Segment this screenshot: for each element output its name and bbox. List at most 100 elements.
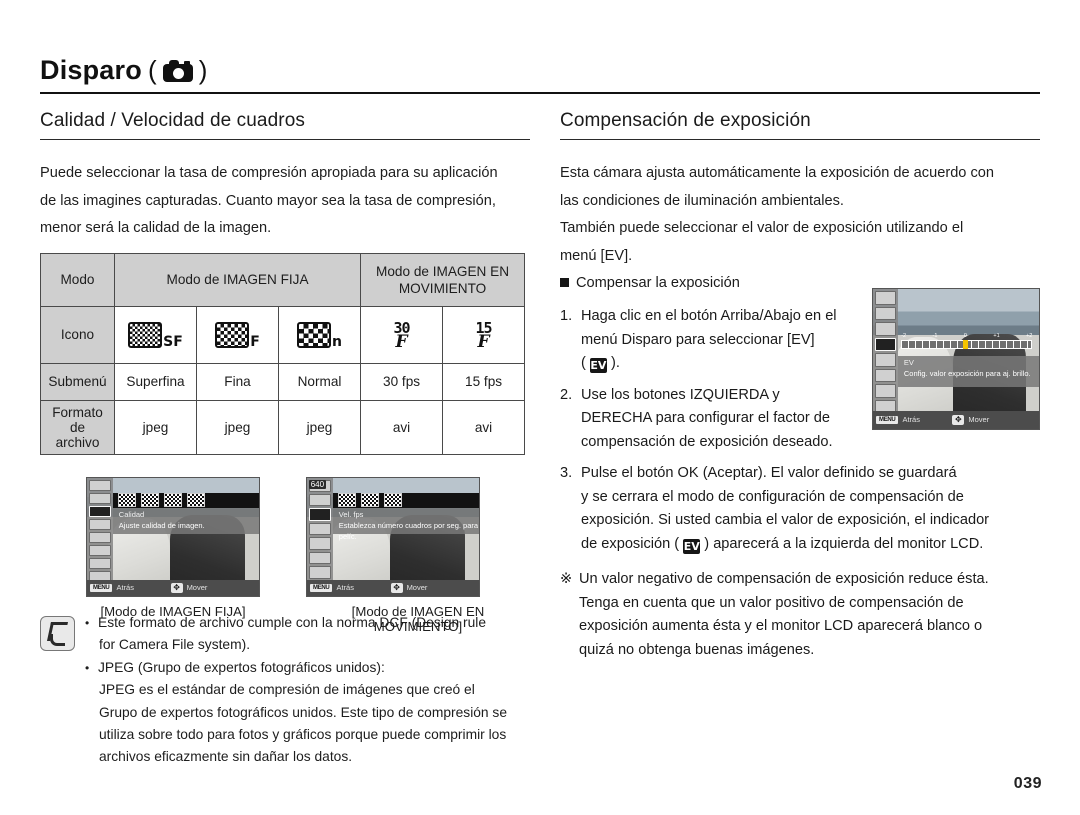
manual-page: Disparo ( ) Calidad / Velocidad de cuadr… (0, 0, 1080, 815)
icon-normal: n (277, 305, 362, 364)
ev-scale[interactable]: -2 -1 0 +1 +2 (901, 328, 1033, 353)
sidebar-icon-1 (89, 479, 111, 491)
lcd-bottombar-still: MENU Atrás ✥ Mover (87, 580, 259, 596)
sidebar-icon-e5 (874, 353, 896, 367)
ev-tick-plus1: +1 (993, 332, 1000, 339)
step-2-line-1: Use los botones IZQUIERDA y (581, 386, 780, 403)
exposure-intro-1: Esta cámara ajusta automáticamente la ex… (560, 165, 995, 181)
note-jpeg-cont-4: archivos eficazmente sin dañar los datos… (99, 749, 353, 765)
chapter-header: Disparo ( ) (40, 55, 1040, 94)
sidebar-icon-m5 (309, 537, 331, 550)
format-fina: jpeg (196, 399, 279, 455)
submenu-15fps: 15 fps (442, 362, 526, 401)
section-title-quality: Calidad / Velocidad de cuadros (40, 110, 305, 131)
table-row-submenu: Submenú Superfina Fina Normal 30 fps 15 … (40, 362, 526, 401)
th-moving-line2: MOVIMIENTO (398, 280, 487, 296)
ev-tick-minus2: -2 (901, 332, 907, 339)
lcd-msg-desc-still: Ajuste calidad de imagen. (118, 521, 205, 531)
sidebar-icon-m7 (309, 566, 331, 579)
submenu-normal: Normal (277, 362, 362, 401)
sidebar-icon-e3 (874, 322, 896, 336)
nav-key-still[interactable]: ✥ (170, 582, 183, 593)
submenu-fina: Fina (196, 362, 279, 401)
back-label-ev: Atrás (902, 415, 920, 425)
exposure-intro-3: También puede seleccionar el valor de ex… (560, 220, 964, 236)
lcd-screenshot-movie: 640 Vel. fps Establezca número cuadros p… (306, 476, 480, 597)
back-label-still: Atrás (116, 583, 134, 593)
nav-key-ev[interactable]: ✥ (952, 414, 965, 425)
sidebar-icon-m6 (309, 551, 331, 565)
sidebar-icon-ev (89, 518, 111, 530)
section-divider-left (40, 139, 530, 140)
sidebar-icon-2 (89, 492, 111, 504)
lcd-msg-desc-movie: Establezca número cuadros por seg. para … (338, 521, 479, 542)
lcd-bottombar-movie: MENU Atrás ✥ Mover (307, 580, 479, 596)
menu-key-movie[interactable]: MENU (310, 583, 333, 592)
ev-scale-bar[interactable] (901, 339, 1033, 349)
option-60fps-icon[interactable] (337, 493, 356, 508)
note-dcf-line2: for Camera File system). (99, 637, 251, 653)
format-15fps: avi (442, 399, 526, 455)
rowhead-submenu: Submenú (40, 362, 115, 401)
lcd-msg-desc-ev: Config. valor exposición para aj. brillo… (903, 369, 1031, 379)
star-note-line-2: Tenga en cuenta que un valor positivo de… (579, 594, 964, 611)
sidebar-icon-face (89, 558, 111, 570)
sidebar-icon-quality (89, 505, 111, 517)
th-mode: Modo (40, 252, 115, 307)
lcd-msg-title-ev: EV (903, 358, 914, 368)
rowhead-icon: Icono (40, 305, 115, 364)
lcd-message-ev: EV Config. valor exposición para aj. bri… (897, 356, 1039, 387)
step-3-last-suffix: ) aparecerá a la izquierda del monitor L… (700, 535, 984, 552)
note-pen-icon (40, 616, 75, 651)
option-15fps-icon[interactable] (383, 493, 402, 508)
th-moving-image: Modo de IMAGEN EN MOVIMIENTO (360, 252, 526, 307)
step-3-number: 3. (560, 465, 573, 481)
lcd-resolution-badge: 640 (308, 479, 327, 489)
step-3-line-2: y se cerrara el modo de configuración de… (581, 488, 964, 505)
option-sf-icon[interactable] (117, 493, 136, 508)
option-extra-icon[interactable] (186, 493, 205, 508)
sidebar-icon-m4 (309, 522, 331, 536)
step-3-line-3: exposición. Si usted cambia el valor de … (581, 512, 990, 528)
ev-scale-ticks: -2 -1 0 +1 +2 (901, 333, 1032, 339)
option-f-icon[interactable] (140, 493, 159, 508)
icon-15fps: 15 F (442, 305, 526, 364)
step-2-line-2: DERECHA para configurar el factor de (581, 410, 831, 426)
option-n-icon[interactable] (163, 493, 182, 508)
star-note: ※ Un valor negativo de compensación de e… (560, 568, 1040, 662)
star-note-line-4: quizá no obtenga buenas imágenes. (579, 641, 815, 658)
ev-tick-zero: 0 (963, 332, 967, 339)
ev-compensation-icon-1: EV (589, 358, 607, 373)
sidebar-icon-fps (309, 508, 331, 521)
star-note-line-3: exposición aumenta ésta y el monitor LCD… (579, 618, 983, 634)
lcd-sidebar-movie (307, 477, 333, 596)
th-still-image: Modo de IMAGEN FIJA (113, 252, 362, 307)
step-2-number: 2. (560, 386, 573, 403)
page-title: Disparo ( ) (40, 55, 1040, 92)
submenu-superfina: Superfina (114, 362, 197, 401)
step-2: 2. Use los botones IZQUIERDA y DERECHA p… (560, 384, 881, 455)
ev-scale-knob[interactable] (962, 339, 968, 349)
sidebar-icon-iso (89, 531, 111, 544)
note-list: Este formato de archivo cumple con la no… (85, 612, 507, 769)
move-label-ev: Mover (968, 415, 990, 425)
note-block: Este formato de archivo cumple con la no… (40, 612, 540, 769)
move-label-movie: Mover (406, 583, 428, 593)
menu-key-ev[interactable]: MENU (876, 415, 899, 424)
note-jpeg-cont-1: JPEG es el estándar de compresión de imá… (99, 682, 475, 698)
note-jpeg-line1: JPEG (Grupo de expertos fotográficos uni… (98, 659, 385, 675)
intro-line-1: Puede seleccionar la tasa de compresión … (40, 165, 498, 181)
sidebar-icon-wb (89, 545, 111, 557)
lcd-message-movie: Vel. fps Establezca número cuadros por s… (332, 508, 479, 541)
back-label-movie: Atrás (336, 583, 354, 593)
nav-key-movie[interactable]: ✥ (390, 582, 403, 593)
rowhead-format: Formato de archivo (40, 399, 115, 455)
lcd-sidebar-still (87, 477, 113, 596)
step-1-line-2: menú Disparo para seleccionar [EV] (581, 331, 815, 348)
menu-key-still[interactable]: MENU (90, 583, 113, 592)
table-row-header: Modo Modo de IMAGEN FIJA Modo de IMAGEN … (40, 252, 526, 307)
quality-spec-table: Modo Modo de IMAGEN FIJA Modo de IMAGEN … (40, 252, 526, 455)
page-number: 039 (1013, 775, 1042, 792)
option-30fps-icon[interactable] (360, 493, 379, 508)
step-1: 1. Haga clic en el botón Arriba/Abajo en… (560, 305, 881, 376)
